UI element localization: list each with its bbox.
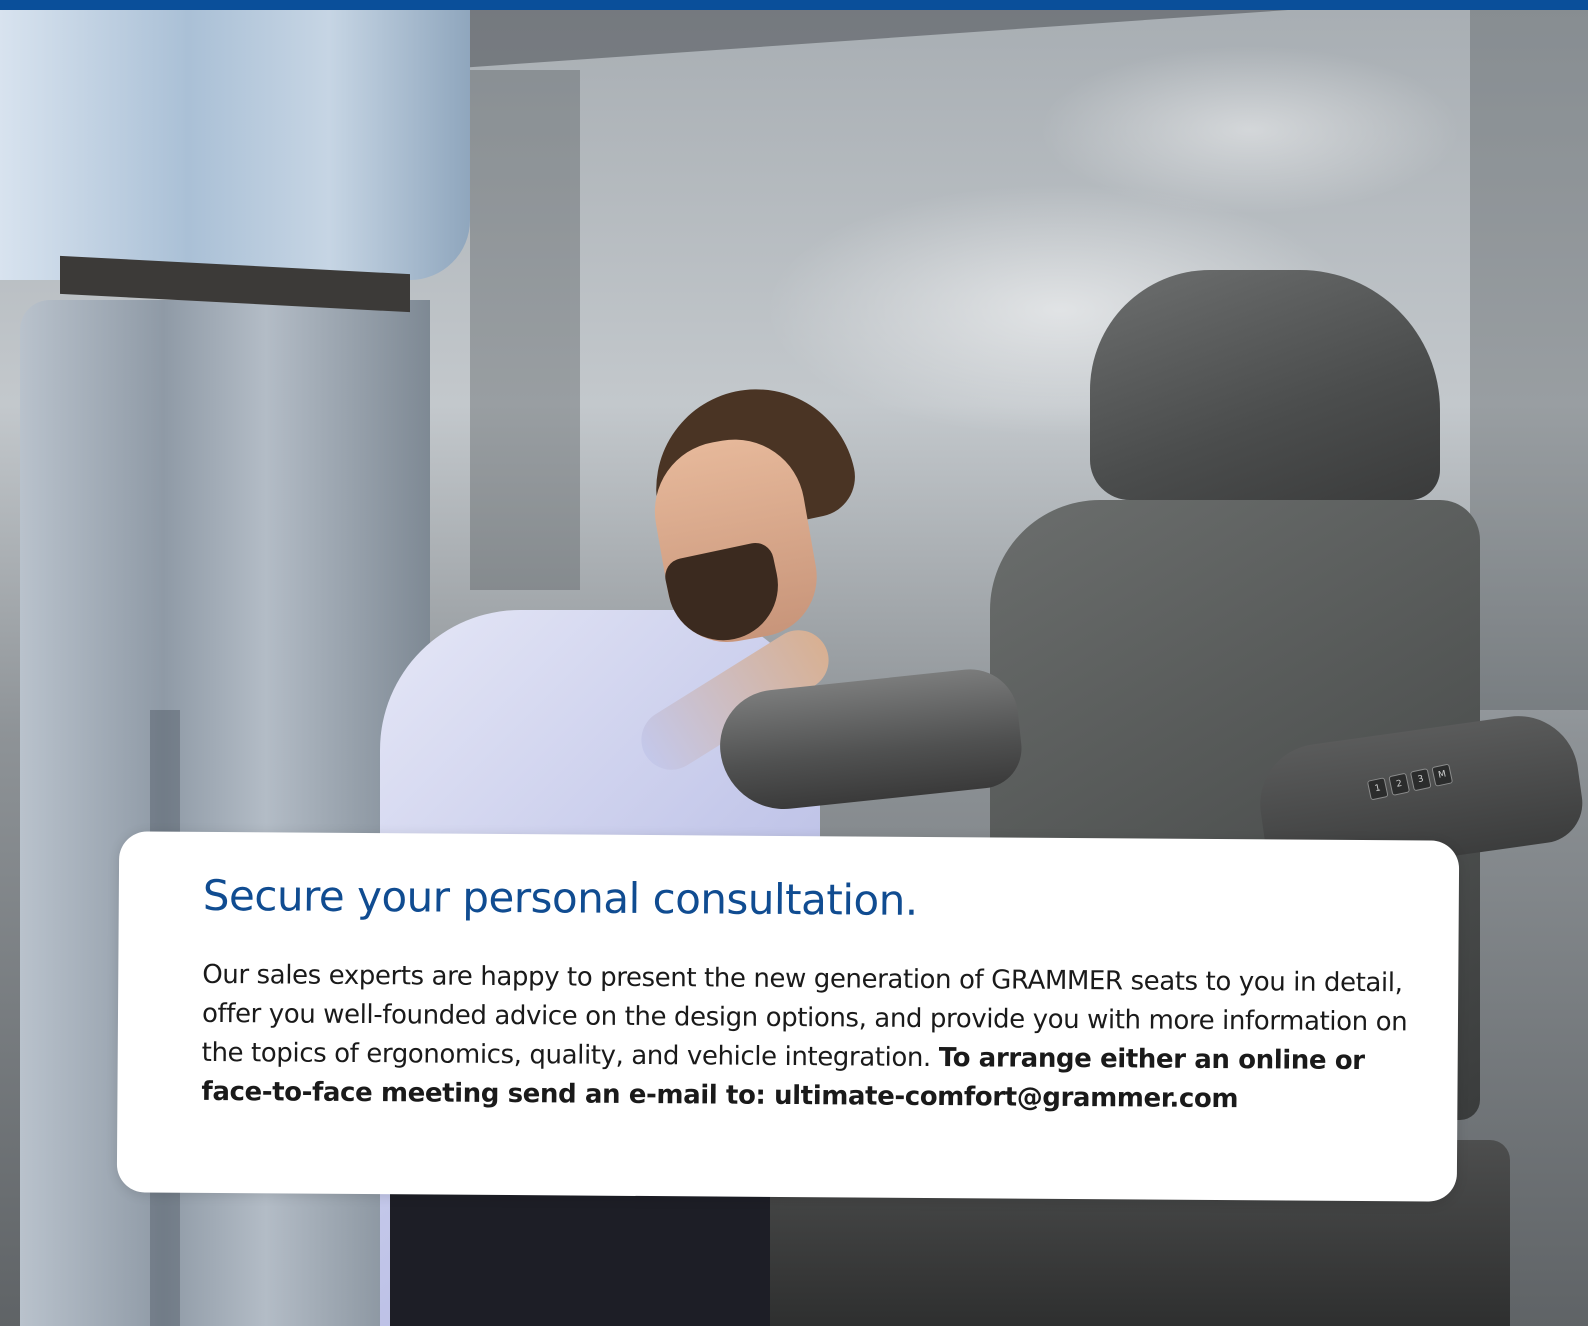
armrest-button-1: 1 bbox=[1366, 777, 1389, 801]
consultation-text: Our sales experts are happy to present t… bbox=[201, 956, 1412, 1120]
armrest-button-3: 3 bbox=[1409, 768, 1432, 792]
ceiling-beam bbox=[430, 10, 1588, 70]
top-brand-bar bbox=[0, 0, 1588, 10]
consultation-title: Secure your personal consultation. bbox=[202, 870, 918, 925]
armrest-button-m: M bbox=[1431, 763, 1454, 787]
seat-armrest-left bbox=[714, 664, 1026, 816]
armrest-button-2: 2 bbox=[1388, 772, 1411, 796]
consultation-card: Secure your personal consultation. Our s… bbox=[116, 831, 1460, 1202]
seat-headrest bbox=[1090, 270, 1440, 500]
standing-person-shirt bbox=[0, 10, 470, 280]
